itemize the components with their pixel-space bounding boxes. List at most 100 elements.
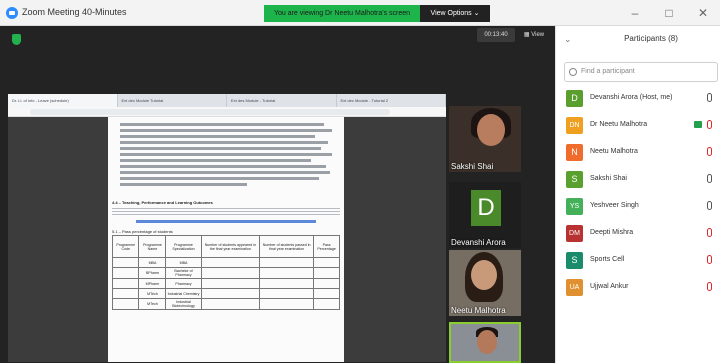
table-cell: [111, 298, 140, 310]
tile-name: Sakshi Shai: [451, 162, 494, 171]
avatar: D: [471, 190, 501, 226]
video-camera-icon[interactable]: [694, 121, 702, 128]
column-header: Programme Specialization: [165, 235, 202, 258]
pass-percentage-table: 5.1 – Pass percentage of students Progra…: [111, 228, 340, 310]
column-header: Pass Percentage: [313, 235, 340, 258]
participant-name: Yeshveer Singh: [590, 202, 639, 209]
participant-row[interactable]: S Sakshi Shai: [564, 169, 720, 191]
microphone-muted-icon[interactable]: [707, 282, 712, 291]
table-cell: Bachelor of Pharmacy: [165, 267, 202, 279]
microphone-icon[interactable]: [707, 93, 712, 102]
participant-name: Neetu Malhotra: [590, 148, 638, 155]
view-options-button[interactable]: View Options ⌄: [420, 5, 490, 22]
participant-row[interactable]: DM Deepti Mishra: [564, 223, 720, 245]
shield-icon[interactable]: [12, 34, 21, 45]
table-cell: MTech: [138, 298, 167, 310]
avatar: N: [566, 144, 583, 161]
table-cell: BPharm: [138, 267, 167, 279]
section-text: [112, 206, 340, 216]
view-label: View: [531, 32, 545, 38]
meeting-timer: 00:13:40: [477, 28, 515, 42]
table-cell: [259, 298, 315, 310]
microphone-muted-icon[interactable]: [707, 255, 712, 264]
table-cell: [259, 288, 315, 299]
table-cell: [313, 288, 340, 299]
browser-tabs: Dr. Ll. of info - Leave (schedule) Ext d…: [8, 94, 446, 107]
table-cell: MBA: [165, 257, 202, 268]
participant-row[interactable]: UA Ujjwal Ankur: [564, 277, 720, 299]
table-cell: Industrial Biotechnology: [165, 298, 202, 310]
panel-title: Participants (8): [624, 34, 678, 43]
table-cell: [111, 288, 140, 299]
browser-tab: Dr. Ll. of info - Leave (schedule): [8, 94, 118, 107]
url-field: [30, 109, 390, 115]
window-controls: – □ ✕: [618, 0, 720, 26]
microphone-muted-icon[interactable]: [707, 147, 712, 156]
microphone-icon[interactable]: [707, 174, 712, 183]
table-caption: 5.1 – Pass percentage of students: [112, 229, 173, 234]
tile-name: Devanshi Arora: [451, 238, 506, 247]
video-tile[interactable]: Sakshi Shai: [449, 106, 521, 172]
table-row: MBA MBA: [111, 257, 340, 268]
document-link[interactable]: [136, 220, 316, 223]
avatar: D: [566, 90, 583, 107]
table-row: MTech Industrial Chemistry: [111, 288, 340, 299]
section-heading: 4.4 – Teaching, Performance and Learning…: [112, 200, 213, 205]
table-cell: MPharm: [138, 278, 167, 289]
table-cell: [259, 267, 315, 279]
participant-row[interactable]: DN Dr Neetu Malhotra: [564, 115, 720, 137]
video-tile[interactable]: Neetu Malhotra: [449, 250, 521, 316]
microphone-icon[interactable]: [707, 201, 712, 210]
tile-name: Neetu Malhotra: [451, 306, 506, 315]
table-cell: [200, 257, 261, 268]
microphone-muted-icon[interactable]: [707, 228, 712, 237]
shared-screen[interactable]: Dr. Ll. of info - Leave (schedule) Ext d…: [8, 94, 446, 362]
table-row: MTech Industrial Biotechnology: [111, 298, 340, 310]
table-cell: [259, 278, 315, 289]
table-cell: [313, 298, 340, 310]
participant-row[interactable]: N Neetu Malhotra: [564, 142, 720, 164]
search-input[interactable]: Find a participant: [564, 62, 718, 82]
avatar: S: [566, 252, 583, 269]
avatar: UA: [566, 279, 583, 296]
zoom-logo-icon: [6, 7, 18, 19]
participant-row[interactable]: YS Yeshveer Singh: [564, 196, 720, 218]
address-bar: [8, 107, 446, 117]
table-row: BPharm Bachelor of Pharmacy: [111, 267, 340, 279]
document-page: 4.4 – Teaching, Performance and Learning…: [108, 117, 344, 362]
table-cell: [200, 278, 261, 289]
zoom-app: Zoom Meeting 40-Minutes You are viewing …: [0, 0, 720, 363]
avatar: YS: [566, 198, 583, 215]
active-speaker-tile[interactable]: [449, 322, 521, 363]
table-cell: [313, 267, 340, 279]
table-cell: [111, 257, 140, 268]
table-cell: MBA: [138, 257, 167, 268]
column-header: Programme Name: [138, 235, 167, 258]
participant-name: Devanshi Arora (Host, me): [590, 94, 673, 101]
table-cell: [259, 257, 315, 268]
table-cell: [313, 257, 340, 268]
video-tile[interactable]: D Devanshi Arora: [449, 182, 521, 248]
viewer-background: [8, 117, 108, 362]
close-button[interactable]: ✕: [686, 0, 720, 26]
table-row: MPharm Pharmacy: [111, 278, 340, 289]
window-title: Zoom Meeting 40-Minutes: [22, 7, 127, 17]
participant-row[interactable]: S Sports Cell: [564, 250, 720, 272]
participant-video: [477, 114, 505, 146]
avatar: S: [566, 171, 583, 188]
view-button[interactable]: ▦ View: [518, 28, 550, 42]
table-cell: [200, 298, 261, 310]
table-header-row: Programme Code Programme Name Programme …: [111, 235, 340, 258]
maximize-button[interactable]: □: [652, 0, 686, 26]
minimize-button[interactable]: –: [618, 0, 652, 26]
participant-row[interactable]: D Devanshi Arora (Host, me): [564, 88, 720, 110]
microphone-muted-icon[interactable]: [707, 120, 712, 129]
chevron-down-icon[interactable]: ⌄: [564, 34, 572, 45]
table-cell: [200, 267, 261, 279]
participants-panel: ⌄ Participants (8) Find a participant D …: [555, 26, 720, 363]
participant-name: Ujjwal Ankur: [590, 283, 629, 290]
table-cell: MTech: [138, 288, 167, 299]
table-cell: [111, 278, 140, 289]
participant-name: Deepti Mishra: [590, 229, 634, 236]
participant-name: Sports Cell: [590, 256, 625, 263]
